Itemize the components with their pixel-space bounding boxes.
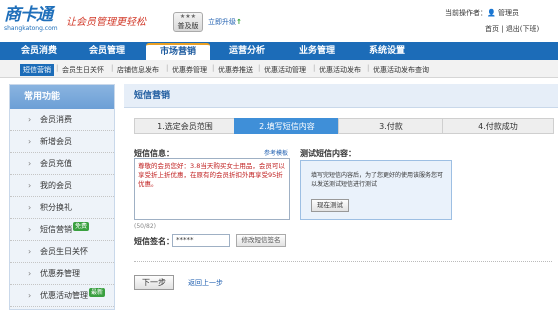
subnav-divider: |: [258, 64, 261, 72]
sidebar-item-label: 会员生日关怀: [40, 247, 88, 256]
home-link[interactable]: 首页: [485, 25, 499, 33]
sidebar-item-label: 短信营销: [40, 225, 72, 234]
slogan: 让会员管理更轻松: [66, 17, 146, 28]
logo[interactable]: 商卡通 shangkatong.com: [4, 6, 64, 36]
free-badge: 免费: [73, 222, 90, 231]
back-link[interactable]: 返回上一步: [188, 278, 223, 288]
subnav-shop-info[interactable]: 店铺信息发布: [117, 64, 159, 76]
operator-info: 当前操作者：👤 管理员: [445, 8, 519, 18]
edition-stars: ★★★: [179, 13, 197, 20]
nav-member-manage[interactable]: 会员管理: [76, 42, 138, 60]
chevron-right-icon: ›: [28, 159, 32, 168]
test-sms-label: 测试短信内容：: [300, 149, 356, 158]
sidebar-item-label: 新增会员: [40, 137, 72, 146]
next-step-button[interactable]: 下一步: [134, 275, 174, 290]
chevron-right-icon: ›: [28, 203, 32, 212]
upgrade-link[interactable]: 立即升级↑: [208, 17, 242, 27]
subnav-promo-manage[interactable]: 优惠活动管理: [264, 64, 306, 76]
sidebar-item-sms[interactable]: › 短信营销 免费: [10, 219, 114, 241]
subnav-divider: |: [56, 64, 59, 72]
sms-textarea[interactable]: 尊敬的会员您好：3.8当天购买女士用品，会员可以享受折上折优惠，在原有的会员折扣…: [134, 158, 290, 220]
operator-name: 管理员: [497, 9, 519, 17]
char-counter: (50/82): [134, 223, 156, 230]
step-select-members: 1.选定会员范围: [134, 118, 236, 134]
nav-business[interactable]: 业务管理: [286, 42, 348, 60]
operator-label: 当前操作者：: [445, 9, 487, 17]
test-sms-panel: 填写完短信内容后，为了您更好的使用该服务您可以发送测试短信进行测试 现在测试: [300, 160, 452, 220]
subnav-divider: |: [367, 64, 370, 72]
nav-member-consume[interactable]: 会员消费: [8, 42, 70, 60]
subnav-sms[interactable]: 短信营销: [20, 64, 54, 76]
step-payment-success: 4.付款成功: [442, 118, 554, 134]
section-divider: [134, 261, 552, 262]
sign-input[interactable]: *****: [172, 234, 230, 247]
sidebar-item-label: 会员消费: [40, 115, 72, 124]
edit-sign-button[interactable]: 修改短信签名: [236, 234, 286, 247]
logout-link[interactable]: 退出(下班): [506, 25, 539, 33]
subnav-divider: |: [212, 64, 215, 72]
page-title: 短信营销: [124, 84, 558, 108]
subnav-divider: |: [111, 64, 114, 72]
chevron-right-icon: ›: [28, 225, 32, 234]
sidebar-title: 常用功能: [10, 85, 114, 109]
subnav-coupon-push[interactable]: 优惠券推送: [218, 64, 253, 76]
sidebar-item-birthday[interactable]: › 会员生日关怀: [10, 241, 114, 263]
sidebar-item-label: 积分换礼: [40, 203, 72, 212]
logo-text: 商卡通: [4, 5, 53, 25]
sidebar-item-points[interactable]: › 积分换礼: [10, 197, 114, 219]
app-header: 商卡通 shangkatong.com 让会员管理更轻松 ★★★ 普及版 立即升…: [0, 0, 558, 42]
nav-marketing[interactable]: 市场营销: [146, 43, 210, 60]
sidebar-item-add-member[interactable]: › 新增会员: [10, 131, 114, 153]
main-nav: 会员消费 会员管理 市场营销 运营分析 业务管理 系统设置: [0, 42, 558, 60]
chevron-right-icon: ›: [28, 247, 32, 256]
chevron-right-icon: ›: [28, 181, 32, 190]
subnav-divider: |: [313, 64, 316, 72]
edition-label: 普及版: [177, 22, 199, 30]
nav-settings[interactable]: 系统设置: [356, 42, 418, 60]
sidebar-item-label: 优惠活动管理: [40, 291, 88, 300]
sign-label: 短信签名：: [134, 237, 174, 246]
step-write-sms: 2.填写短信内容: [234, 118, 340, 134]
subnav-divider: |: [166, 64, 169, 72]
sidebar: 常用功能 › 会员消费 › 新增会员 › 会员充值 › 我的会员 › 积分换礼 › 短信营销…: [9, 84, 115, 310]
test-now-button[interactable]: 现在测试: [311, 199, 349, 212]
sidebar-item-my-members[interactable]: › 我的会员: [10, 175, 114, 197]
upgrade-label: 立即升级: [208, 18, 236, 26]
sidebar-item-label: 我的会员: [40, 181, 72, 190]
sidebar-item-promos[interactable]: › 优惠活动管理 最新: [10, 285, 114, 307]
sidebar-item-recharge[interactable]: › 会员充值: [10, 153, 114, 175]
top-links: 首页 | 退出(下班): [485, 25, 540, 33]
chevron-right-icon: ›: [28, 137, 32, 146]
subnav-promo-query[interactable]: 优惠活动发布查询: [373, 64, 429, 76]
subnav-promo-publish[interactable]: 优惠活动发布: [319, 64, 361, 76]
up-arrow-icon: ↑: [236, 18, 242, 26]
chevron-right-icon: ›: [28, 269, 32, 278]
edition-badge: ★★★ 普及版: [173, 12, 203, 32]
chevron-right-icon: ›: [28, 115, 32, 124]
logo-domain: shangkatong.com: [4, 25, 58, 32]
subnav-birthday[interactable]: 会员生日关怀: [62, 64, 104, 76]
sidebar-item-label: 优惠券管理: [40, 269, 80, 278]
template-link[interactable]: 参考模板: [264, 148, 288, 157]
main-content: 短信营销 1.选定会员范围 2.填写短信内容 3.付款 4.付款成功 短信信息：…: [124, 84, 558, 310]
step-progress: 1.选定会员范围 2.填写短信内容 3.付款 4.付款成功: [134, 118, 556, 134]
subnav-coupon-manage[interactable]: 优惠券管理: [172, 64, 207, 76]
sidebar-item-consume[interactable]: › 会员消费: [10, 109, 114, 131]
chevron-right-icon: ›: [28, 291, 32, 300]
sub-nav: 短信营销 | 会员生日关怀 | 店铺信息发布 | 优惠券管理 | 优惠券推送 |…: [0, 60, 558, 78]
new-badge: 最新: [89, 288, 106, 297]
step-payment: 3.付款: [338, 118, 444, 134]
nav-analysis[interactable]: 运营分析: [216, 42, 278, 60]
sidebar-item-label: 会员充值: [40, 159, 72, 168]
sidebar-item-coupons[interactable]: › 优惠券管理: [10, 263, 114, 285]
user-icon: 👤: [487, 9, 496, 17]
test-sms-description: 填写完短信内容后，为了您更好的使用该服务您可以发送测试短信进行测试: [311, 172, 444, 188]
